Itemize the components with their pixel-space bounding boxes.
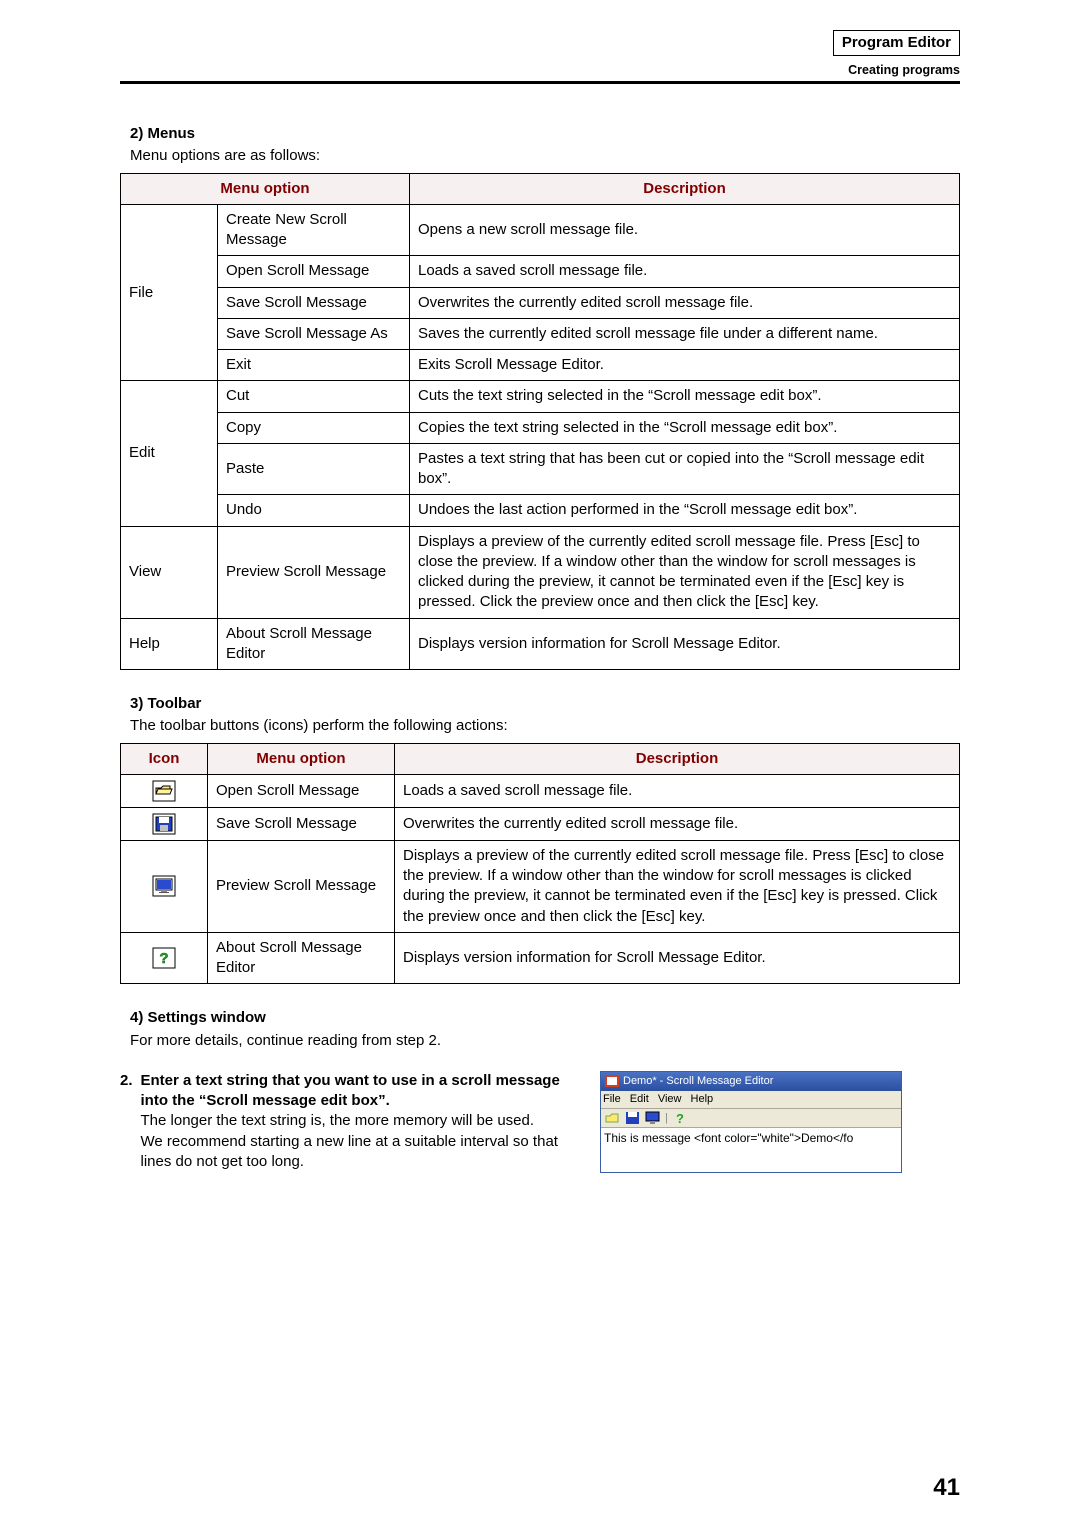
mock-menu-view[interactable]: View — [658, 1093, 682, 1105]
col-menu-option: Menu option — [121, 173, 410, 204]
settings-heading: 4) Settings window — [130, 1008, 960, 1028]
help-icon[interactable]: ? — [672, 1111, 688, 1125]
step-body-line: We recommend starting a new line at a su… — [141, 1132, 582, 1173]
mock-edit-box[interactable]: This is message <font color="white">Demo… — [601, 1128, 901, 1172]
mock-title-text: Demo* - Scroll Message Editor — [623, 1074, 773, 1089]
page-number: 41 — [933, 1472, 960, 1504]
open-icon[interactable] — [605, 1111, 621, 1125]
menu-desc: Overwrites the currently edited scroll m… — [410, 287, 960, 318]
page-header-title: Program Editor — [833, 30, 960, 56]
toolbar-opt: Preview Scroll Message — [208, 840, 395, 932]
step-heading: Enter a text string that you want to use… — [141, 1071, 582, 1112]
toolbar-opt: Save Scroll Message — [208, 807, 395, 840]
page-header-sub: Creating programs — [120, 62, 960, 79]
menu-top-edit: Edit — [121, 381, 218, 526]
col-icon: Icon — [121, 743, 208, 774]
toolbar-desc: Loads a saved scroll message file. — [395, 774, 960, 807]
help-icon: ? — [121, 932, 208, 984]
menu-opt: Open Scroll Message — [218, 256, 410, 287]
mock-menu-edit[interactable]: Edit — [630, 1093, 649, 1105]
open-icon — [121, 774, 208, 807]
save-icon[interactable] — [625, 1111, 641, 1125]
menu-opt: About Scroll Message Editor — [218, 618, 410, 670]
menu-desc: Undoes the last action performed in the … — [410, 495, 960, 526]
menus-table: Menu option Description File Create New … — [120, 173, 960, 671]
menu-top-view: View — [121, 526, 218, 618]
menu-desc: Opens a new scroll message file. — [410, 204, 960, 256]
mock-menubar: File Edit View Help — [601, 1091, 901, 1109]
save-icon — [121, 807, 208, 840]
menu-opt: Undo — [218, 495, 410, 526]
menus-sub: Menu options are as follows: — [130, 146, 960, 166]
menu-opt: Preview Scroll Message — [218, 526, 410, 618]
mock-titlebar: Demo* - Scroll Message Editor — [601, 1072, 901, 1091]
preview-icon — [121, 840, 208, 932]
menu-opt: Paste — [218, 443, 410, 495]
menu-opt: Save Scroll Message — [218, 287, 410, 318]
menu-desc: Displays a preview of the currently edit… — [410, 526, 960, 618]
editor-window-mock: Demo* - Scroll Message Editor File Edit … — [600, 1071, 902, 1174]
toolbar-sub: The toolbar buttons (icons) perform the … — [130, 716, 960, 736]
menu-opt: Save Scroll Message As — [218, 318, 410, 349]
menu-desc: Loads a saved scroll message file. — [410, 256, 960, 287]
toolbar-desc: Displays version information for Scroll … — [395, 932, 960, 984]
menu-opt: Create New Scroll Message — [218, 204, 410, 256]
menus-heading: 2) Menus — [130, 124, 960, 144]
col-menu-option: Menu option — [208, 743, 395, 774]
toolbar-opt: About Scroll Message Editor — [208, 932, 395, 984]
toolbar-desc: Overwrites the currently edited scroll m… — [395, 807, 960, 840]
menu-opt: Copy — [218, 412, 410, 443]
menu-desc: Exits Scroll Message Editor. — [410, 350, 960, 381]
toolbar-opt: Open Scroll Message — [208, 774, 395, 807]
preview-icon[interactable] — [645, 1111, 661, 1125]
toolbar-table: Icon Menu option Description Open Scroll… — [120, 743, 960, 985]
mock-menu-file[interactable]: File — [603, 1093, 621, 1105]
menu-opt: Cut — [218, 381, 410, 412]
mock-menu-help[interactable]: Help — [691, 1093, 714, 1105]
menu-desc: Pastes a text string that has been cut o… — [410, 443, 960, 495]
header-divider — [120, 81, 960, 84]
svg-text:?: ? — [676, 1111, 684, 1125]
svg-text:?: ? — [159, 950, 168, 967]
menu-opt: Exit — [218, 350, 410, 381]
step-number: 2. — [120, 1072, 133, 1089]
toolbar-heading: 3) Toolbar — [130, 694, 960, 714]
col-description: Description — [395, 743, 960, 774]
settings-sub: For more details, continue reading from … — [130, 1031, 960, 1051]
col-description: Description — [410, 173, 960, 204]
menu-top-help: Help — [121, 618, 218, 670]
menu-top-file: File — [121, 204, 218, 381]
step-body-line: The longer the text string is, the more … — [141, 1111, 582, 1131]
app-icon — [605, 1075, 619, 1087]
menu-desc: Saves the currently edited scroll messag… — [410, 318, 960, 349]
mock-toolbar: | ? — [601, 1109, 901, 1129]
menu-desc: Cuts the text string selected in the “Sc… — [410, 381, 960, 412]
menu-desc: Copies the text string selected in the “… — [410, 412, 960, 443]
menu-desc: Displays version information for Scroll … — [410, 618, 960, 670]
toolbar-desc: Displays a preview of the currently edit… — [395, 840, 960, 932]
